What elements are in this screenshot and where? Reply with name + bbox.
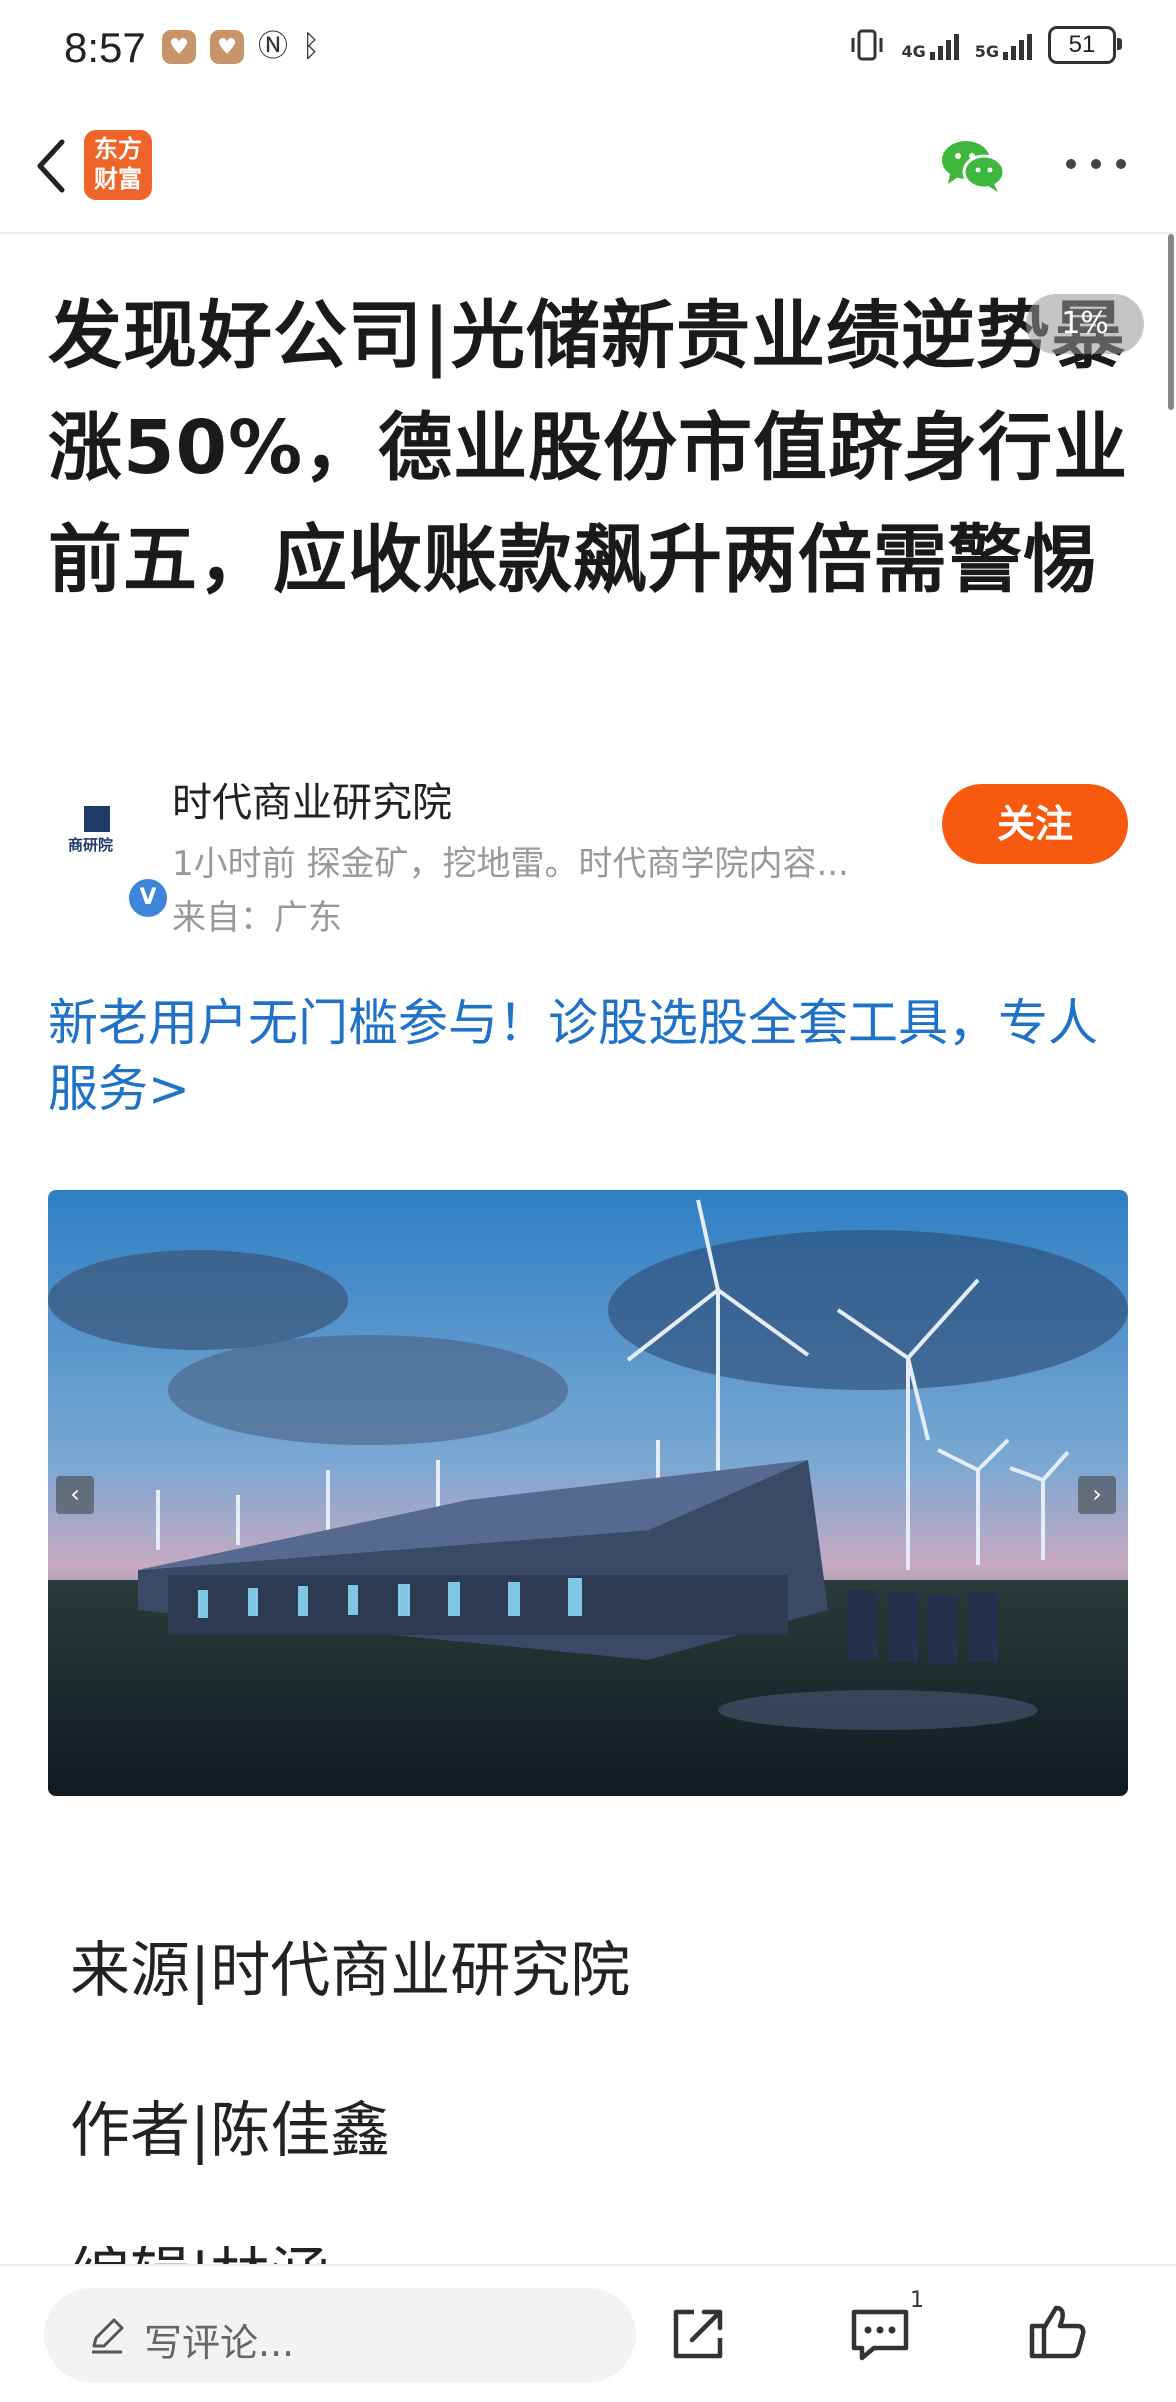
status-time: 8:57 bbox=[64, 24, 146, 71]
comments-button[interactable] bbox=[848, 2304, 912, 2364]
like-button[interactable] bbox=[1026, 2300, 1090, 2364]
article-source: 来源|时代商业研究院 bbox=[70, 1936, 631, 2006]
comment-input[interactable]: 写评论... bbox=[44, 2288, 636, 2382]
system-status-icons: 4G 5G 51 bbox=[849, 26, 1122, 64]
author-location: 来自：广东 bbox=[172, 898, 342, 938]
wechat-icon bbox=[942, 141, 1006, 192]
bluetooth-icon: ᛒ bbox=[302, 29, 320, 64]
share-icon bbox=[673, 2309, 723, 2359]
avatar-logo-mark bbox=[84, 806, 110, 832]
share-button[interactable] bbox=[666, 2302, 730, 2366]
article-title: 发现好公司|光储新贵业绩逆势暴涨50%，德业股份市值跻身行业前五，应收账款飙升两… bbox=[48, 293, 1129, 603]
logo-line: 东方 bbox=[94, 135, 142, 163]
network-type-label: 4G bbox=[901, 42, 926, 61]
back-button[interactable] bbox=[22, 130, 86, 202]
network-type-label: 5G bbox=[974, 42, 999, 61]
author-name[interactable]: 时代商业研究院 bbox=[172, 770, 452, 828]
thumbs-up-icon bbox=[1029, 2305, 1086, 2359]
avatar-text: 商研院 bbox=[68, 836, 114, 854]
article-image[interactable]: ‹ › bbox=[48, 1190, 1128, 1796]
follow-button[interactable]: 关注 bbox=[942, 784, 1128, 864]
app-notification-icon: ♥ bbox=[162, 30, 196, 64]
carousel-prev-button[interactable]: ‹ bbox=[56, 1476, 94, 1514]
nfc-icon: Ⓝ bbox=[258, 29, 288, 64]
scrollbar[interactable] bbox=[1168, 234, 1174, 410]
comment-count: 1 bbox=[910, 2288, 924, 2313]
zoom-badge: 1% bbox=[1026, 294, 1144, 354]
author-row: 商研院 V 时代商业研究院 1小时前 探金矿，挖地雷。时代商学院内容... 来自… bbox=[48, 760, 1128, 940]
promo-link[interactable]: 新老用户无门槛参与！诊股选股全套工具，专人服务> bbox=[48, 990, 1128, 1122]
battery-icon: 51 bbox=[1048, 26, 1122, 64]
app-logo: 东方 财富 bbox=[84, 130, 152, 200]
top-nav-bar: 东方 财富 bbox=[0, 100, 1176, 234]
status-bar: 8:57 ♥ ♥ Ⓝ ᛒ 4G 5G 51 bbox=[0, 0, 1176, 100]
vibrate-icon bbox=[851, 29, 883, 61]
wechat-share-button[interactable] bbox=[940, 138, 1006, 194]
more-options-button[interactable] bbox=[1066, 142, 1126, 186]
author-meta: 1小时前 探金矿，挖地雷。时代商学院内容... bbox=[172, 844, 849, 884]
more-dots-icon bbox=[1066, 159, 1076, 169]
article-author: 作者|陈佳鑫 bbox=[70, 2096, 391, 2166]
pencil-icon bbox=[92, 2318, 124, 2354]
avatar[interactable]: 商研院 V bbox=[68, 800, 170, 920]
signal-icon bbox=[929, 30, 959, 60]
verified-badge: V bbox=[126, 876, 170, 920]
comment-placeholder: 写评论... bbox=[144, 2321, 295, 2365]
wind-solar-illustration bbox=[48, 1190, 1128, 1796]
bottom-action-bar: 写评论... 1 bbox=[0, 2264, 1176, 2402]
logo-line: 财富 bbox=[94, 165, 142, 193]
chevron-left-icon bbox=[37, 139, 65, 193]
app-notification-icon: ♥ bbox=[210, 30, 244, 64]
signal-icon bbox=[1003, 30, 1032, 60]
comment-icon bbox=[851, 2309, 909, 2361]
notification-icons: ♥ ♥ Ⓝ ᛒ bbox=[162, 30, 320, 64]
carousel-next-button[interactable]: › bbox=[1078, 1476, 1116, 1514]
